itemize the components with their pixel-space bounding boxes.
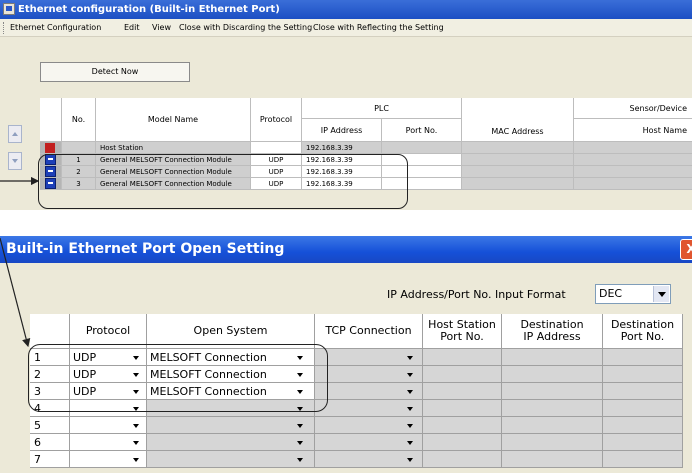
callout-arrows xyxy=(0,176,40,348)
arrow-to-bottom-highlight xyxy=(0,237,31,348)
